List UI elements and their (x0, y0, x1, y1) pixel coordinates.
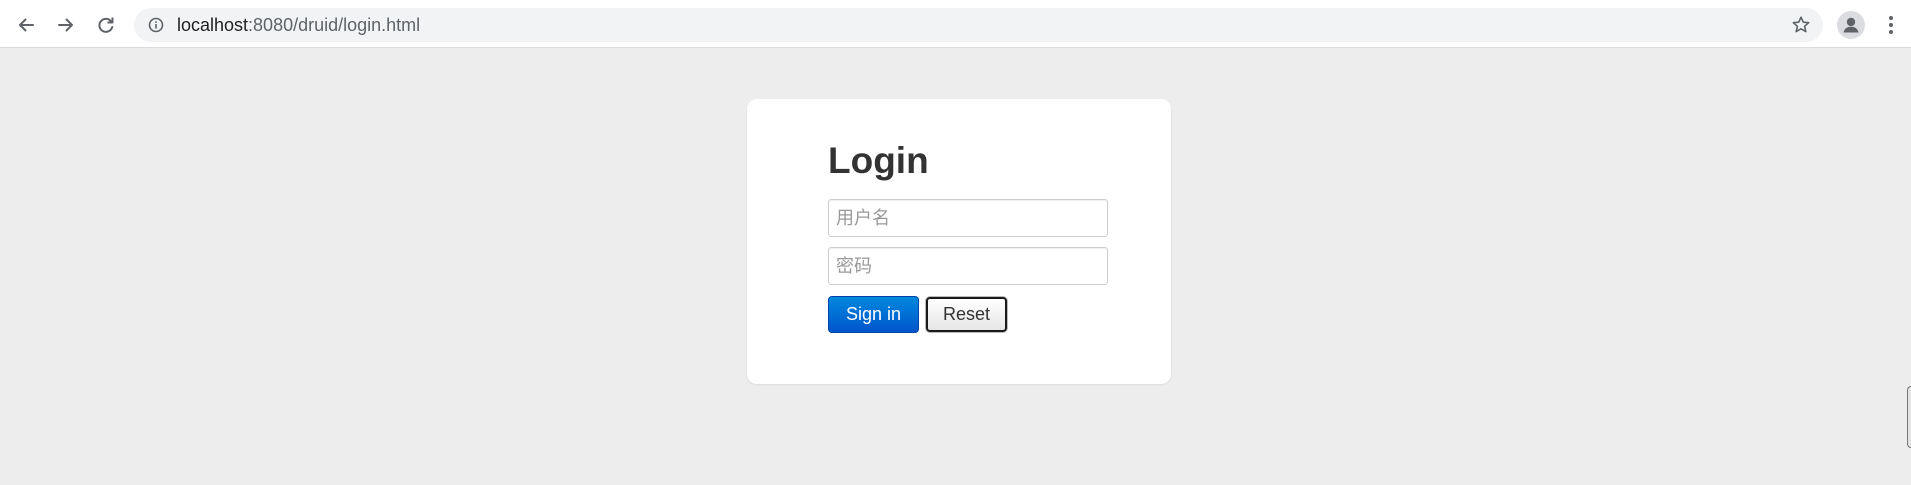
more-vertical-icon (1883, 16, 1899, 41)
login-card: Login Sign in Reset (747, 99, 1171, 384)
url-path: :8080/druid/login.html (248, 15, 421, 35)
address-url[interactable]: localhost:8080/druid/login.html (177, 8, 420, 42)
forward-button[interactable] (49, 8, 83, 42)
reload-icon (96, 15, 116, 35)
sign-in-button[interactable]: Sign in (828, 296, 919, 333)
reload-button[interactable] (89, 8, 123, 42)
login-title: Login (828, 140, 929, 181)
browser-menu-button[interactable] (1883, 13, 1899, 37)
password-input[interactable] (828, 247, 1108, 285)
browser-toolbar: localhost:8080/druid/login.html (0, 0, 1911, 48)
arrow-left-icon (16, 15, 36, 35)
side-panel-handle[interactable] (1907, 386, 1911, 448)
reset-button[interactable]: Reset (926, 297, 1007, 332)
url-host: localhost (177, 15, 249, 35)
profile-button[interactable] (1837, 11, 1865, 39)
info-icon[interactable] (148, 17, 164, 33)
star-icon[interactable] (1791, 15, 1811, 35)
person-icon (1837, 17, 1865, 39)
arrow-right-icon (56, 15, 76, 35)
username-input[interactable] (828, 199, 1108, 237)
address-bar[interactable]: localhost:8080/druid/login.html (134, 8, 1823, 42)
back-button[interactable] (9, 8, 43, 42)
